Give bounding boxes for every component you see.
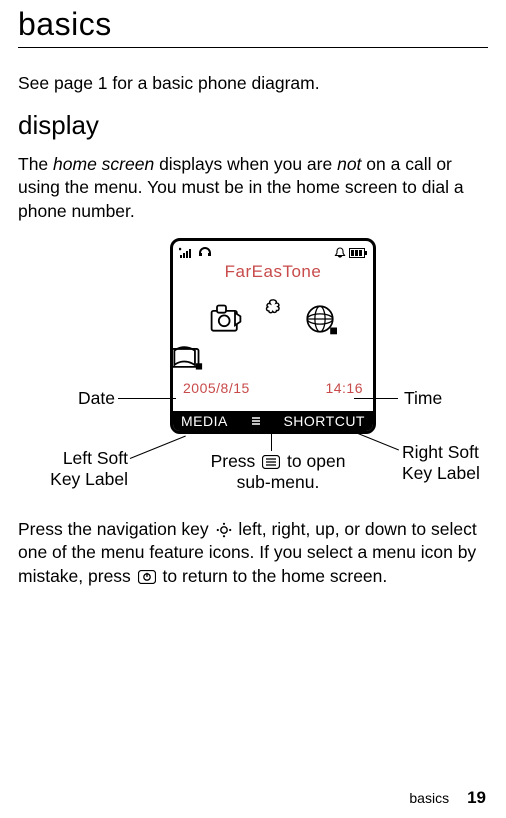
soft-right-label: SHORTCUT [283, 413, 365, 429]
phone-screen: FarEasTone 2005/8/15 14:16 [170, 238, 376, 434]
annotation-time: Time [404, 388, 442, 409]
globe-app-icon [302, 301, 338, 337]
section-title: display [18, 110, 488, 141]
page-title: basics [18, 6, 488, 43]
battery-icon [349, 248, 367, 258]
headset-icon [197, 246, 334, 260]
page-footer: basics 19 [409, 788, 486, 808]
soft-left-label: MEDIA [181, 413, 228, 429]
phone-date: 2005/8/15 [183, 380, 250, 396]
top-app-icon [258, 297, 288, 323]
menu-bar-icon [250, 415, 262, 427]
annotation-left-soft: Left SoftKey Label [48, 448, 128, 490]
soft-key-bar: MEDIA SHORTCUT [173, 411, 373, 431]
bell-icon [334, 247, 346, 259]
divider [18, 47, 488, 48]
nav-key-icon [216, 522, 232, 538]
phone-time: 14:16 [325, 380, 363, 396]
footer-section: basics [409, 790, 449, 806]
annotation-date: Date [78, 388, 115, 409]
phone-diagram: FarEasTone 2005/8/15 14:16 [18, 238, 488, 518]
camera-app-icon [208, 301, 244, 337]
book-app-icon [173, 340, 373, 374]
carrier-name: FarEasTone [173, 262, 373, 282]
home-screen-description: The home screen displays when you are no… [18, 153, 488, 224]
end-key-icon [138, 570, 156, 584]
intro-paragraph: See page 1 for a basic phone diagram. [18, 72, 488, 96]
navigation-paragraph: Press the navigation key left, right, up… [18, 518, 488, 589]
menu-key-icon [262, 455, 280, 469]
status-bar [173, 241, 373, 263]
annotation-right-soft: Right SoftKey Label [402, 442, 480, 484]
page-number: 19 [467, 788, 486, 808]
signal-icon [179, 247, 197, 259]
annotation-submenu: Press to open sub-menu. [198, 451, 358, 493]
